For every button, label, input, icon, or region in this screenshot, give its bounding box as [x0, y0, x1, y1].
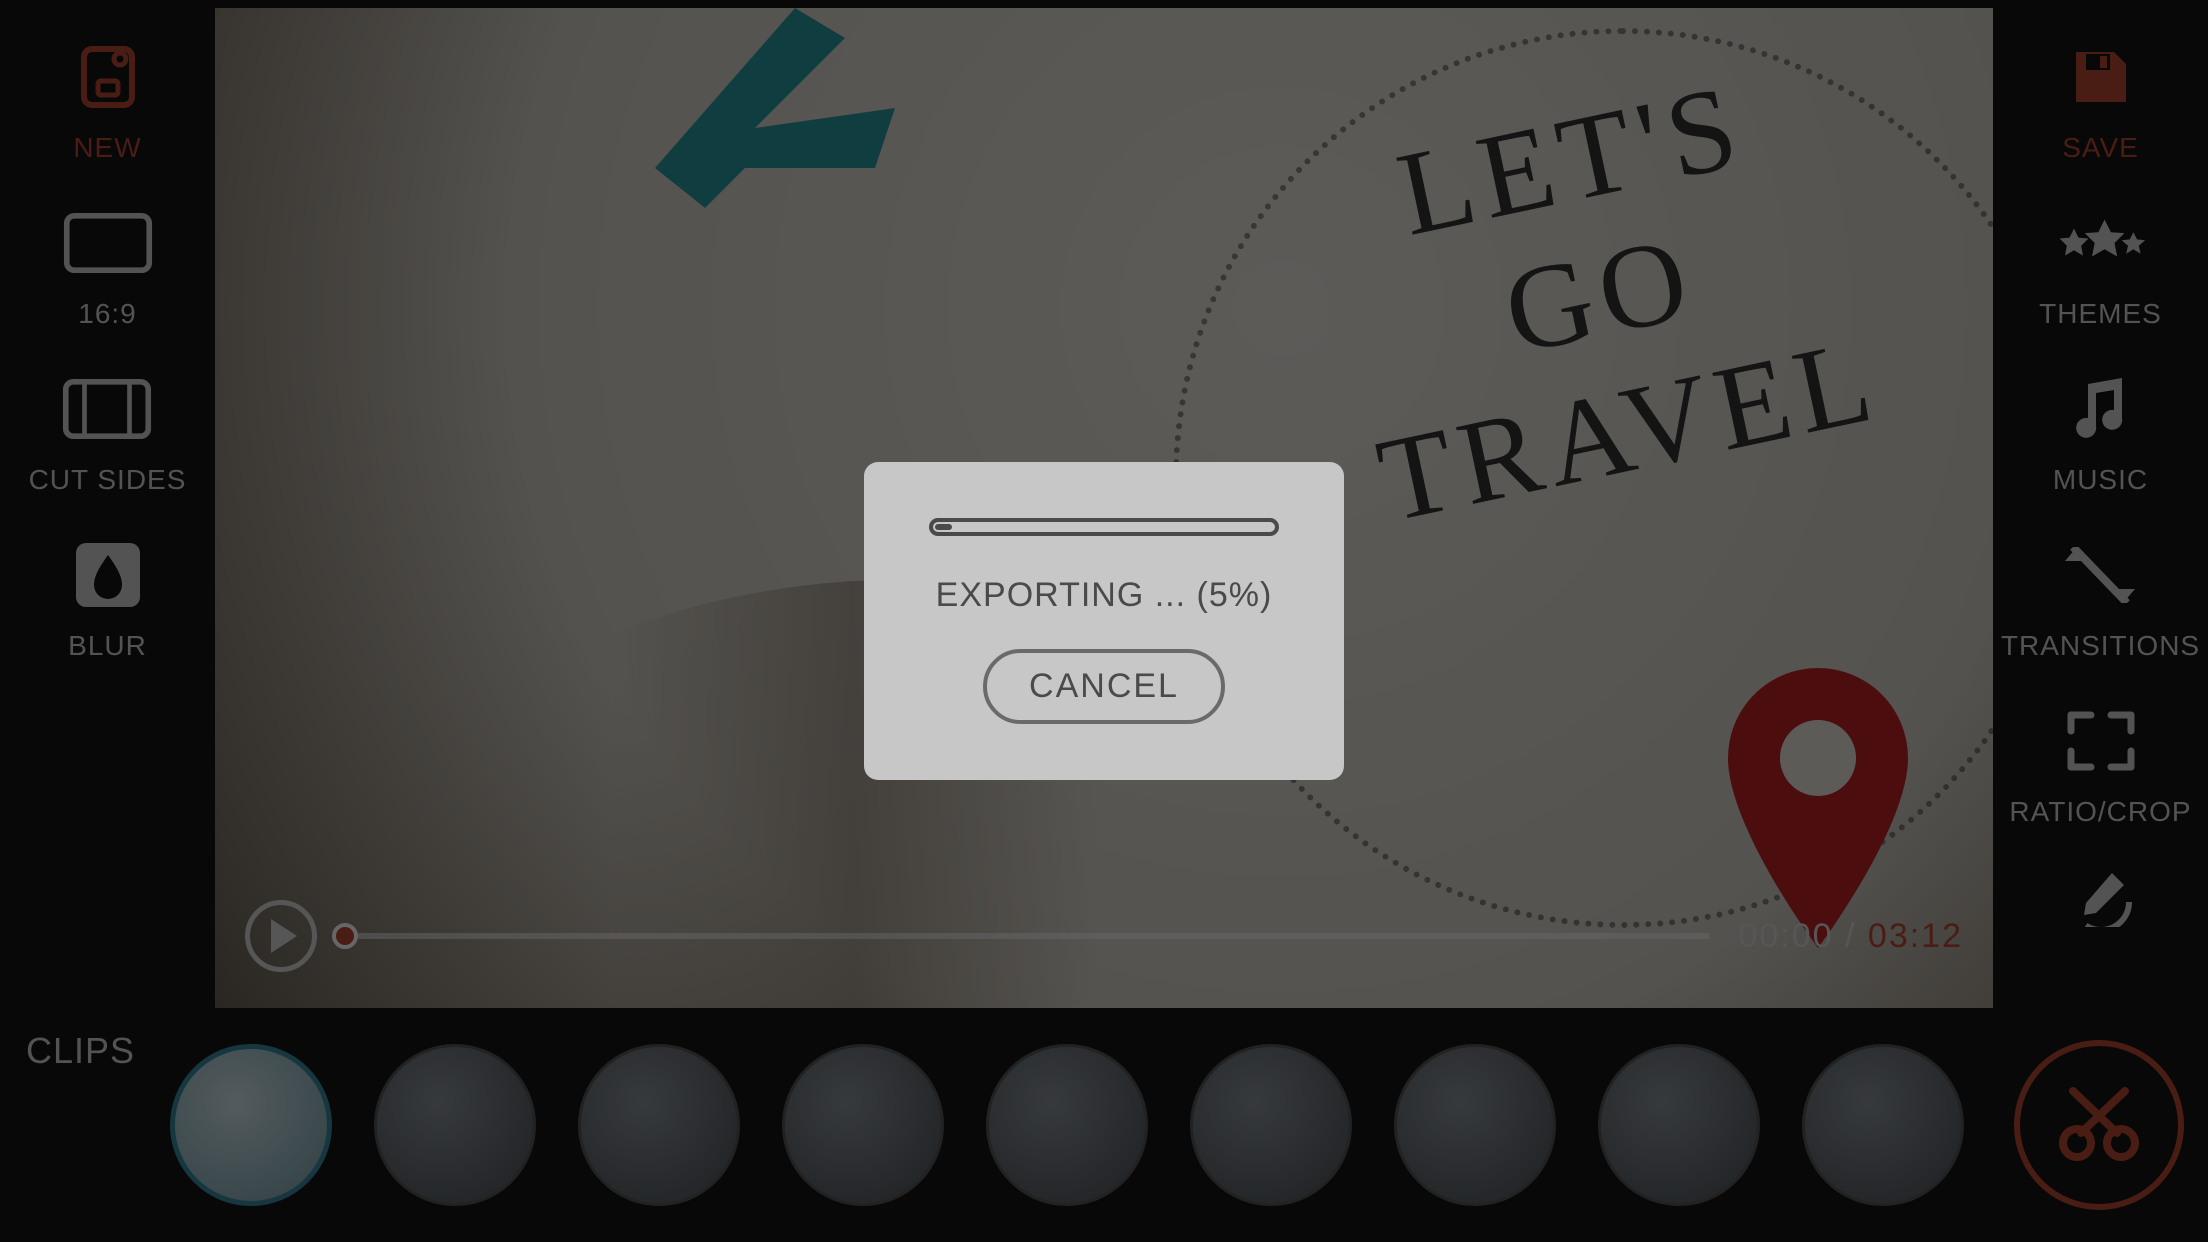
progress-bar-icon — [929, 518, 1279, 542]
export-dialog: EXPORTING ... (5%) CANCEL — [864, 462, 1344, 780]
export-dialog-message: EXPORTING ... (5%) — [936, 576, 1273, 615]
export-msg-percent: 5 — [1209, 576, 1229, 614]
export-msg-prefix: EXPORTING ... ( — [936, 576, 1209, 614]
cancel-button[interactable]: CANCEL — [983, 649, 1225, 724]
modal-overlay: EXPORTING ... (5%) CANCEL — [0, 0, 2208, 1242]
export-msg-suffix: %) — [1229, 576, 1273, 614]
